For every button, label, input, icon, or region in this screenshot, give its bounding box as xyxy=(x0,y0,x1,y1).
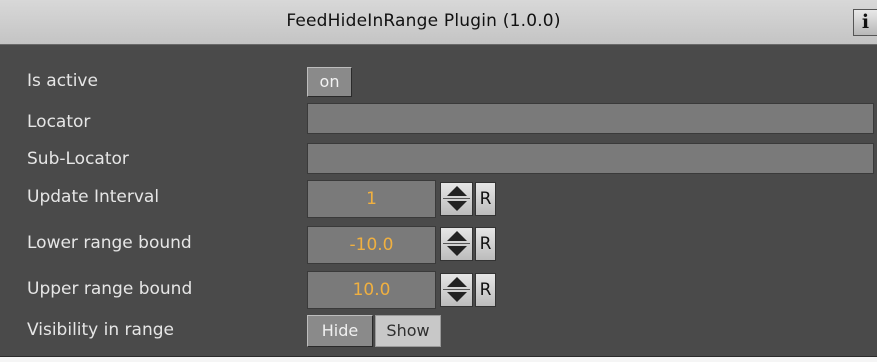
info-icon[interactable]: i xyxy=(853,9,877,36)
visibility-hide-button[interactable]: Hide xyxy=(307,315,373,347)
lower-range-bound-reset-button[interactable]: R xyxy=(475,227,496,261)
update-interval-label: Update Interval xyxy=(27,187,160,207)
spinner-divider xyxy=(443,289,470,290)
spinner-divider xyxy=(443,243,470,244)
plugin-panel: FeedHideInRange Plugin (1.0.0) i Is acti… xyxy=(0,0,877,357)
arrow-up-icon[interactable] xyxy=(447,231,467,241)
upper-range-bound-label: Upper range bound xyxy=(27,279,193,299)
arrow-down-icon[interactable] xyxy=(447,201,467,211)
arrow-up-icon[interactable] xyxy=(447,277,467,287)
is-active-toggle[interactable]: on xyxy=(307,67,352,97)
update-interval-spinner[interactable] xyxy=(440,182,473,216)
update-interval-reset-button[interactable]: R xyxy=(475,182,496,216)
locator-label: Locator xyxy=(27,112,91,132)
lower-range-bound-label: Lower range bound xyxy=(27,233,192,253)
arrow-down-icon[interactable] xyxy=(447,246,467,256)
sub-locator-label: Sub-Locator xyxy=(27,149,129,169)
spinner-divider xyxy=(443,198,470,199)
visibility-in-range-label: Visibility in range xyxy=(27,320,174,340)
lower-range-bound-field[interactable]: -10.0 xyxy=(307,226,436,264)
is-active-label: Is active xyxy=(27,71,98,91)
upper-range-bound-reset-button[interactable]: R xyxy=(475,273,496,307)
plugin-title: FeedHideInRange Plugin (1.0.0) xyxy=(286,11,561,31)
upper-range-bound-spinner[interactable] xyxy=(440,273,473,307)
sub-locator-field[interactable] xyxy=(307,143,874,174)
title-bar: FeedHideInRange Plugin (1.0.0) i xyxy=(0,0,877,45)
arrow-down-icon[interactable] xyxy=(447,292,467,302)
arrow-up-icon[interactable] xyxy=(447,186,467,196)
update-interval-field[interactable]: 1 xyxy=(307,180,436,218)
lower-range-bound-spinner[interactable] xyxy=(440,227,473,261)
visibility-show-button[interactable]: Show xyxy=(375,315,441,347)
locator-field[interactable] xyxy=(307,103,874,134)
upper-range-bound-field[interactable]: 10.0 xyxy=(307,271,436,309)
